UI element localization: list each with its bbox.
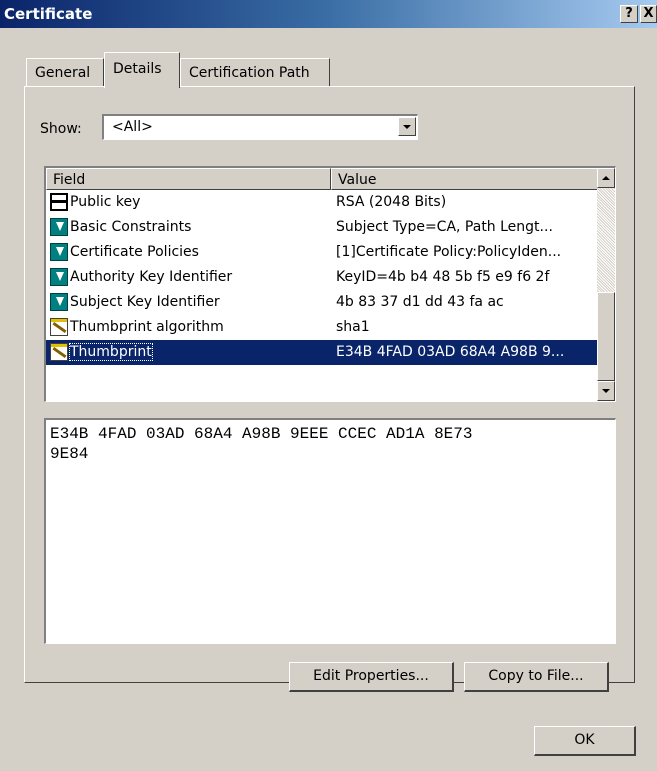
arrow-up-icon	[602, 176, 610, 180]
field-name: Thumbprint	[69, 343, 153, 361]
ok-button[interactable]: OK	[534, 726, 636, 756]
show-dropdown[interactable]: <All>	[102, 114, 418, 140]
column-header-field[interactable]: Field	[46, 168, 331, 190]
dropdown-button[interactable]	[398, 117, 416, 136]
property-icon	[50, 318, 68, 336]
field-value: Subject Type=CA, Path Lengt...	[336, 219, 553, 235]
extension-icon	[50, 293, 68, 311]
tab-general-label: General	[35, 65, 91, 81]
close-button[interactable]: X	[640, 5, 657, 23]
show-dropdown-value: <All>	[112, 119, 153, 135]
fields-list[interactable]: Field Value Public key RSA (2048 Bits) B…	[44, 166, 616, 402]
edit-properties-label: Edit Properties...	[313, 668, 429, 684]
chevron-down-icon	[403, 125, 411, 129]
field-name: Public key	[70, 194, 141, 210]
help-button[interactable]: ?	[620, 5, 638, 23]
show-label: Show:	[40, 121, 82, 137]
value-detail-text[interactable]: E34B 4FAD 03AD 68A4 A98B 9EEE CCEC AD1A …	[50, 424, 610, 464]
list-item[interactable]: Basic Constraints Subject Type=CA, Path …	[46, 215, 598, 240]
field-name: Basic Constraints	[70, 219, 192, 235]
field-value: KeyID=4b b4 48 5b f5 e9 f6 2f	[336, 269, 550, 285]
tab-certification-path-label: Certification Path	[189, 65, 310, 81]
vertical-scrollbar[interactable]	[597, 168, 615, 401]
scroll-down-button[interactable]	[597, 381, 615, 401]
list-item-selected[interactable]: Thumbprint E34B 4FAD 03AD 68A4 A98B 9...	[46, 340, 598, 365]
field-value: sha1	[336, 319, 370, 335]
list-item[interactable]: Certificate Policies [1]Certificate Poli…	[46, 240, 598, 265]
list-item[interactable]: Authority Key Identifier KeyID=4b b4 48 …	[46, 265, 598, 290]
list-item[interactable]: Subject Key Identifier 4b 83 37 d1 dd 43…	[46, 290, 598, 315]
field-value: [1]Certificate Policy:PolicyIden...	[336, 244, 562, 260]
copy-to-file-button[interactable]: Copy to File...	[464, 662, 609, 692]
tab-certification-path[interactable]: Certification Path	[180, 58, 330, 86]
scroll-thumb[interactable]	[597, 292, 615, 381]
field-name: Thumbprint algorithm	[70, 319, 224, 335]
arrow-down-icon	[602, 389, 610, 393]
field-value: 4b 83 37 d1 dd 43 fa ac	[336, 294, 504, 310]
list-header: Field Value	[46, 168, 598, 190]
window-title: Certificate	[4, 5, 93, 23]
column-header-value[interactable]: Value	[331, 168, 598, 190]
title-bar: Certificate ? X	[0, 0, 657, 28]
public-key-icon	[50, 193, 68, 211]
list-item[interactable]: Thumbprint algorithm sha1	[46, 315, 598, 340]
extension-icon	[50, 243, 68, 261]
tab-details[interactable]: Details	[104, 52, 180, 88]
list-item[interactable]: Public key RSA (2048 Bits)	[46, 190, 598, 215]
scroll-up-button[interactable]	[597, 168, 615, 188]
field-name: Subject Key Identifier	[70, 294, 220, 310]
tab-general[interactable]: General	[26, 58, 104, 86]
copy-to-file-label: Copy to File...	[488, 668, 584, 684]
value-detail-box[interactable]: E34B 4FAD 03AD 68A4 A98B 9EEE CCEC AD1A …	[44, 418, 616, 644]
field-value: RSA (2048 Bits)	[336, 194, 447, 210]
extension-icon	[50, 268, 68, 286]
field-value: E34B 4FAD 03AD 68A4 A98B 9...	[336, 344, 565, 360]
edit-properties-button[interactable]: Edit Properties...	[289, 662, 454, 692]
list-rows: Public key RSA (2048 Bits) Basic Constra…	[46, 190, 598, 365]
property-icon	[50, 343, 68, 361]
tab-details-label: Details	[113, 61, 162, 77]
extension-icon	[50, 218, 68, 236]
field-name: Authority Key Identifier	[70, 269, 233, 285]
field-name: Certificate Policies	[70, 244, 199, 260]
ok-label: OK	[574, 732, 595, 748]
